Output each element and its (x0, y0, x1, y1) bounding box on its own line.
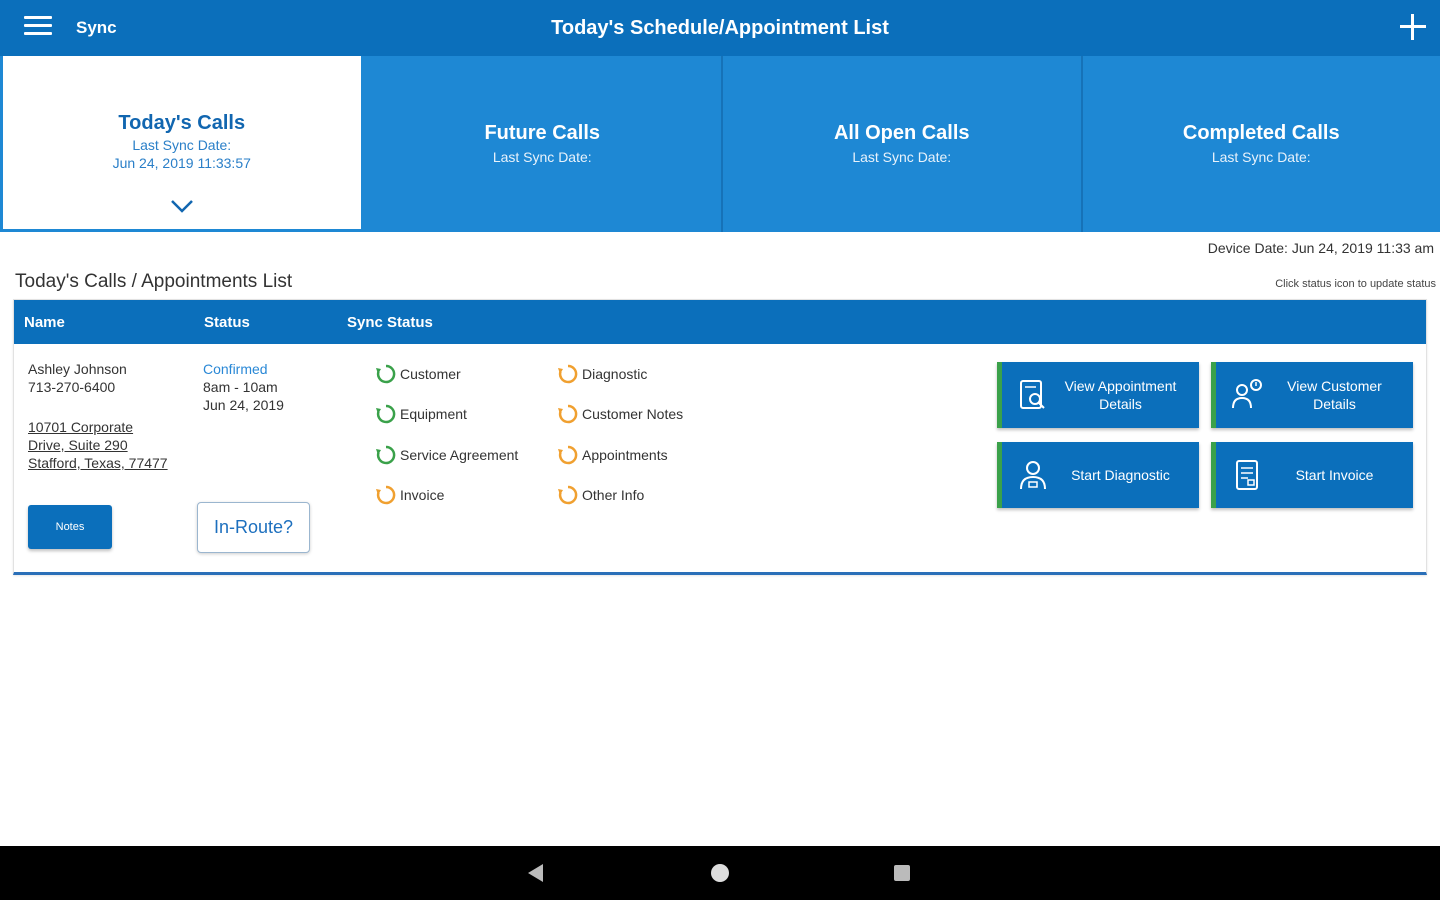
sync-item-label: Diagnostic (582, 366, 648, 382)
sync-icon (558, 485, 578, 505)
sync-item-appointments[interactable]: Appointments (556, 443, 668, 467)
tab-sync-date: Jun 24, 2019 11:33:57 (112, 155, 251, 171)
sync-item-invoice[interactable]: Invoice (374, 483, 444, 507)
system-nav-bar (0, 846, 1440, 900)
appointment-status: Confirmed 8am - 10am Jun 24, 2019 (203, 360, 284, 414)
sync-item-label: Invoice (400, 487, 445, 503)
tab-label: Completed Calls (1182, 122, 1340, 144)
tab-sync-label: Last Sync Date: (492, 149, 592, 165)
tab-label: Future Calls (484, 122, 601, 144)
appointment-date: Jun 24, 2019 (203, 397, 284, 413)
technician-icon (1020, 461, 1046, 490)
list-title: Today's Calls / Appointments List (15, 271, 293, 292)
sync-icon (558, 364, 578, 384)
customer-address-link[interactable]: 10701 Corporate Drive, Suite 290 Staffor… (28, 418, 168, 472)
sync-icon (376, 364, 396, 384)
sync-item-customer[interactable]: Customer (374, 362, 461, 386)
back-icon[interactable] (528, 864, 543, 882)
button-label: Start Diagnostic (1071, 467, 1170, 483)
tab-label: Today's Calls (118, 112, 246, 134)
appointment-details-icon (1020, 380, 1045, 409)
recent-apps-icon[interactable] (894, 865, 910, 881)
start-invoice-button[interactable]: Start Invoice (1211, 442, 1413, 508)
status-hint: Click status icon to update status (1275, 278, 1436, 290)
home-icon[interactable] (711, 864, 729, 882)
app-bar: Sync Today's Schedule/Appointment List (0, 0, 1440, 56)
tab-sync-label: Last Sync Date: (852, 149, 952, 165)
sync-item-customer-notes[interactable]: Customer Notes (556, 402, 683, 426)
tab-label: All Open Calls (833, 122, 970, 144)
header-sync-status: Sync Status (347, 314, 433, 331)
sync-icon (376, 485, 396, 505)
sync-item-label: Equipment (400, 406, 467, 422)
sync-item-diagnostic[interactable]: Diagnostic (556, 362, 647, 386)
customer-info: Ashley Johnson 713-270-6400 (28, 360, 127, 396)
customer-phone: 713-270-6400 (28, 379, 116, 395)
invoice-icon (1236, 460, 1258, 490)
notes-button[interactable]: Notes (28, 505, 112, 549)
sync-item-label: Customer Notes (582, 406, 684, 422)
tab-future-calls[interactable]: Future Calls Last Sync Date: (363, 56, 723, 232)
header-status: Status (204, 314, 250, 331)
sync-icon (558, 404, 578, 424)
view-appointment-details-button[interactable]: View Appointment Details (997, 362, 1199, 428)
sync-icon (376, 404, 396, 424)
sync-item-label: Appointments (582, 447, 668, 463)
table-header: Name Status Sync Status (14, 300, 1426, 344)
customer-name: Ashley Johnson (28, 361, 127, 377)
chevron-down-icon (170, 200, 193, 213)
header-name: Name (24, 314, 65, 331)
call-tabs: Today's Calls Last Sync Date: Jun 24, 20… (0, 56, 1440, 232)
button-label: View Customer Details (1287, 378, 1382, 412)
tab-sync-label: Last Sync Date: (1211, 149, 1311, 165)
sync-icon (376, 445, 396, 465)
tab-sync-label: Last Sync Date: (132, 137, 232, 153)
sync-item-label: Service Agreement (400, 447, 519, 463)
sync-icon (558, 445, 578, 465)
sync-item-other-info[interactable]: Other Info (556, 483, 644, 507)
status-confirmed-link[interactable]: Confirmed (203, 360, 284, 378)
sync-item-equipment[interactable]: Equipment (374, 402, 467, 426)
button-label: Start Invoice (1295, 467, 1374, 483)
device-date: Device Date: Jun 24, 2019 11:33 am (1207, 240, 1434, 256)
appointment-time: 8am - 10am (203, 379, 278, 395)
appointments-table: Name Status Sync Status Ashley Johnson 7… (13, 299, 1427, 575)
sync-item-label: Customer (400, 366, 461, 382)
add-icon[interactable] (1398, 12, 1428, 42)
start-diagnostic-button[interactable]: Start Diagnostic (997, 442, 1199, 508)
tab-all-open-calls[interactable]: All Open Calls Last Sync Date: (723, 56, 1083, 232)
view-customer-details-button[interactable]: View Customer Details (1211, 362, 1413, 428)
sync-item-service-agreement[interactable]: Service Agreement (374, 443, 518, 467)
in-route-button[interactable]: In-Route? (197, 502, 310, 553)
page-title: Today's Schedule/Appointment List (551, 17, 889, 39)
sync-item-label: Other Info (582, 487, 645, 503)
customer-details-icon (1232, 379, 1262, 409)
button-label: View Appointment Details (1064, 378, 1177, 412)
tab-completed-calls[interactable]: Completed Calls Last Sync Date: (1082, 56, 1440, 232)
tab-todays-calls[interactable]: Today's Calls Last Sync Date: Jun 24, 20… (0, 56, 364, 232)
